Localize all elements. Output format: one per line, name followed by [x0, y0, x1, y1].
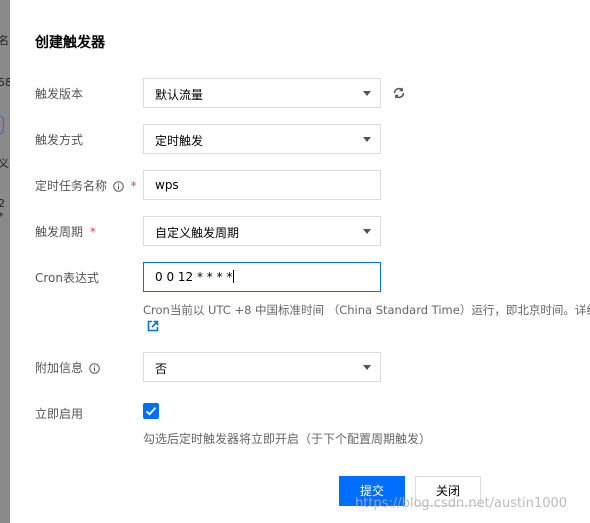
cron-input[interactable]: 0 0 12 * * * * [143, 262, 381, 292]
background-text: 58 [0, 76, 10, 89]
method-select[interactable]: 定时触发 [143, 124, 381, 154]
enable-checkbox[interactable] [143, 403, 159, 419]
enable-label: 立即启用 [35, 405, 83, 422]
method-label-text: 触发方式 [35, 133, 84, 147]
external-link-icon[interactable] [147, 320, 159, 332]
cron-input-text: 0 0 12 * * * * [155, 270, 233, 284]
cron-help-text: Cron当前以 UTC +8 中国标准时间 （China Standard Ti… [143, 303, 590, 317]
background-text: 义 [0, 157, 9, 170]
chevron-down-icon [363, 137, 371, 142]
background-text: 名 [0, 34, 9, 47]
cron-label-text: Cron表达式 [35, 271, 99, 285]
extra-info-select-value: 否 [155, 362, 168, 376]
background-text: 2 * [0, 197, 5, 223]
text-cursor [233, 270, 235, 283]
required-mark: * [89, 225, 96, 239]
extra-info-label: 附加信息 [35, 359, 100, 376]
cron-label: Cron表达式 [35, 269, 99, 286]
background-circle-icon [0, 115, 4, 135]
version-label: 触发版本 [35, 85, 83, 102]
version-select[interactable]: 默认流量 [143, 78, 381, 108]
version-label-text: 触发版本 [35, 87, 84, 101]
task-name-label-text: 定时任务名称 [35, 179, 108, 193]
task-name-input-value: wps [155, 178, 179, 192]
refresh-icon[interactable] [392, 86, 406, 100]
task-name-input[interactable]: wps [143, 170, 381, 200]
period-select-value: 自定义触发周期 [155, 226, 240, 240]
watermark: https://blog.csdn.net/austin1000 [355, 496, 568, 511]
extra-info-select[interactable]: 否 [143, 352, 381, 382]
task-name-label: 定时任务名称 * [35, 177, 137, 194]
chevron-down-icon [363, 229, 371, 234]
method-select-value: 定时触发 [155, 134, 204, 148]
check-icon [145, 407, 157, 416]
enable-label-text: 立即启用 [35, 407, 84, 421]
create-trigger-dialog: 创建触发器 触发版本 默认流量 触发方式 定时触发 定时任务名称 * wps 触… [10, 0, 590, 523]
info-icon[interactable] [113, 181, 124, 192]
period-label: 触发周期 * [35, 223, 96, 240]
version-select-value: 默认流量 [155, 88, 204, 102]
info-icon[interactable] [89, 363, 100, 374]
period-select[interactable]: 自定义触发周期 [143, 216, 381, 246]
chevron-down-icon [363, 91, 371, 96]
method-label: 触发方式 [35, 131, 83, 148]
period-label-text: 触发周期 [35, 225, 84, 239]
chevron-down-icon [363, 365, 371, 370]
extra-info-label-text: 附加信息 [35, 361, 84, 375]
required-mark: * [130, 179, 137, 193]
enable-hint: 勾选后定时触发器将立即开启（于下个配置周期触发） [143, 432, 432, 446]
background-page: 名 58 义 2 * [0, 0, 10, 523]
dialog-title: 创建触发器 [35, 35, 105, 51]
cron-input-value: 0 0 12 * * * * [155, 270, 235, 284]
